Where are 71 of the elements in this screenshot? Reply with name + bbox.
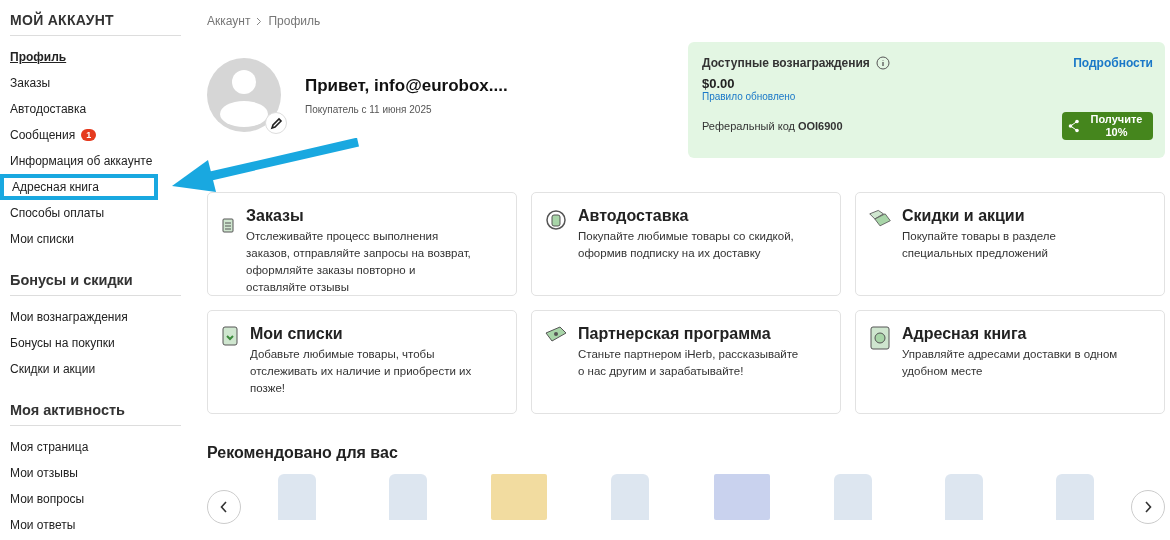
sidebar-item[interactable]: Мои вопросы xyxy=(10,486,181,512)
sidebar-item[interactable]: Способы оплаты xyxy=(10,200,181,226)
sidebar-item[interactable]: Мои ответы xyxy=(10,512,181,538)
feature-card[interactable]: Партнерская программа Станьте партнером iHerb, рассказывайте о нас другим и зарабатывайте! xyxy=(531,310,841,414)
feature-card[interactable]: Автодоставка Покупайте любимые товары со скидкой, оформив подписку на их доставку xyxy=(531,192,841,296)
sidebar-item[interactable]: Профиль xyxy=(10,44,181,70)
referral-code: OOI6900 xyxy=(797,120,843,132)
avatar-icon xyxy=(207,58,281,132)
share-button[interactable]: Получите 10% xyxy=(1062,112,1153,140)
section-title: Рекомендовано для вас xyxy=(207,444,399,462)
card-description: Добавьте любимые товары, чтобы отслеживать их наличие и приобрести их позже! xyxy=(250,347,473,396)
chevron-icon xyxy=(256,16,263,26)
jar-icon xyxy=(544,207,568,231)
product-photo-placeholder[interactable] xyxy=(945,474,984,520)
sidebar-item[interactable]: Мои списки xyxy=(10,226,181,252)
sidebar-item[interactable]: Адресная книга xyxy=(0,174,158,200)
section-heading: Моя активность xyxy=(10,402,181,426)
feature-card[interactable]: Скидки и акции Покупайте товары в разделе специальных предложений xyxy=(855,192,1165,296)
share-icon xyxy=(1068,119,1080,133)
section-heading: МОЙ АККАУНТ xyxy=(10,12,181,36)
rewards-amount: $0.00 xyxy=(702,76,736,91)
feature-card[interactable]: Адресная книга Управляйте адресами доставки в одном удобном месте xyxy=(855,310,1165,414)
sidebar-item[interactable]: Моя страница xyxy=(10,434,181,460)
card-title: Партнерская программа xyxy=(578,325,772,343)
breadcrumb-link[interactable]: Профиль xyxy=(268,14,321,28)
next-button[interactable] xyxy=(1131,490,1165,524)
product-photo-placeholder[interactable] xyxy=(611,474,650,520)
sidebar-item[interactable]: Заказы xyxy=(10,70,181,96)
referral-label: Реферальный код xyxy=(702,120,795,132)
card-description: Отслеживайте процесс выполнения заказов, отправляйте запросы на возврат, оформляйте заказы повторно и оставляйте отзывы xyxy=(246,229,472,295)
product-photo-placeholder[interactable] xyxy=(713,474,770,520)
product-photo-placeholder[interactable] xyxy=(491,474,548,520)
sidebar-item[interactable]: Бонусы на покупки xyxy=(10,330,181,356)
sidebar-item[interactable]: Мои вознаграждения xyxy=(10,304,181,330)
product-photo-placeholder[interactable] xyxy=(388,474,427,520)
sidebar-item[interactable]: Автодоставка xyxy=(10,96,181,122)
details-link[interactable]: Подробности xyxy=(1073,56,1153,70)
card-title: Заказы xyxy=(246,207,305,225)
count-badge: 1 xyxy=(81,129,97,141)
sidebar-item[interactable]: Информация об аккаунте xyxy=(10,148,181,174)
scroll-icon xyxy=(220,325,240,347)
section-heading: Бонусы и скидки xyxy=(10,272,181,296)
address-book-icon xyxy=(868,325,892,351)
card-title: Скидки и акции xyxy=(902,207,1026,225)
sidebar-item[interactable]: Сообщения 1 xyxy=(10,122,181,148)
product-photo-placeholder[interactable] xyxy=(1056,474,1095,520)
rewards-title: Доступные вознаграждения xyxy=(702,56,870,70)
card-title: Адресная книга xyxy=(902,325,1028,343)
clipboard-icon xyxy=(220,217,236,233)
member-since: Покупатель с 11 июня 2025 xyxy=(305,103,433,115)
product-photo-placeholder[interactable] xyxy=(277,474,316,520)
card-title: Мои списки xyxy=(250,325,344,343)
chevron-right-icon xyxy=(1144,501,1152,513)
previous-button[interactable] xyxy=(207,490,241,524)
breadcrumb-link[interactable]: Аккаунт xyxy=(207,14,251,28)
edit-avatar-button[interactable] xyxy=(265,112,287,134)
card-title: Автодоставка xyxy=(578,207,690,225)
chevron-left-icon xyxy=(220,501,228,513)
sidebar-item[interactable]: Мои отзывы xyxy=(10,460,181,486)
card-description: Станьте партнером iHerb, рассказывайте о нас другим и зарабатывайте! xyxy=(578,347,800,379)
rule-link[interactable]: Правило обновлено xyxy=(702,91,1153,102)
feature-card[interactable]: Мои списки Добавьте любимые товары, чтобы отслеживать их наличие и приобрести их позже! xyxy=(207,310,517,414)
card-description: Покупайте товары в разделе специальных предложений xyxy=(902,229,1057,261)
feature-card[interactable]: Заказы Отслеживайте процесс выполнения заказов, отправляйте запросы на возврат, оформляйте заказы повторно и оставляйте отзывы xyxy=(207,192,517,296)
card-description: Управляйте адресами доставки в одном удобном месте xyxy=(902,347,1119,379)
pencil-icon xyxy=(269,116,283,130)
sidebar-item[interactable]: Скидки и акции xyxy=(10,356,181,382)
greeting: Привет, info@eurobox.... xyxy=(305,75,508,96)
product-photo-placeholder[interactable] xyxy=(833,474,872,520)
card-description: Покупайте любимые товары со скидкой, оформив подписку на их доставку xyxy=(578,229,795,261)
info-icon[interactable] xyxy=(875,56,890,70)
